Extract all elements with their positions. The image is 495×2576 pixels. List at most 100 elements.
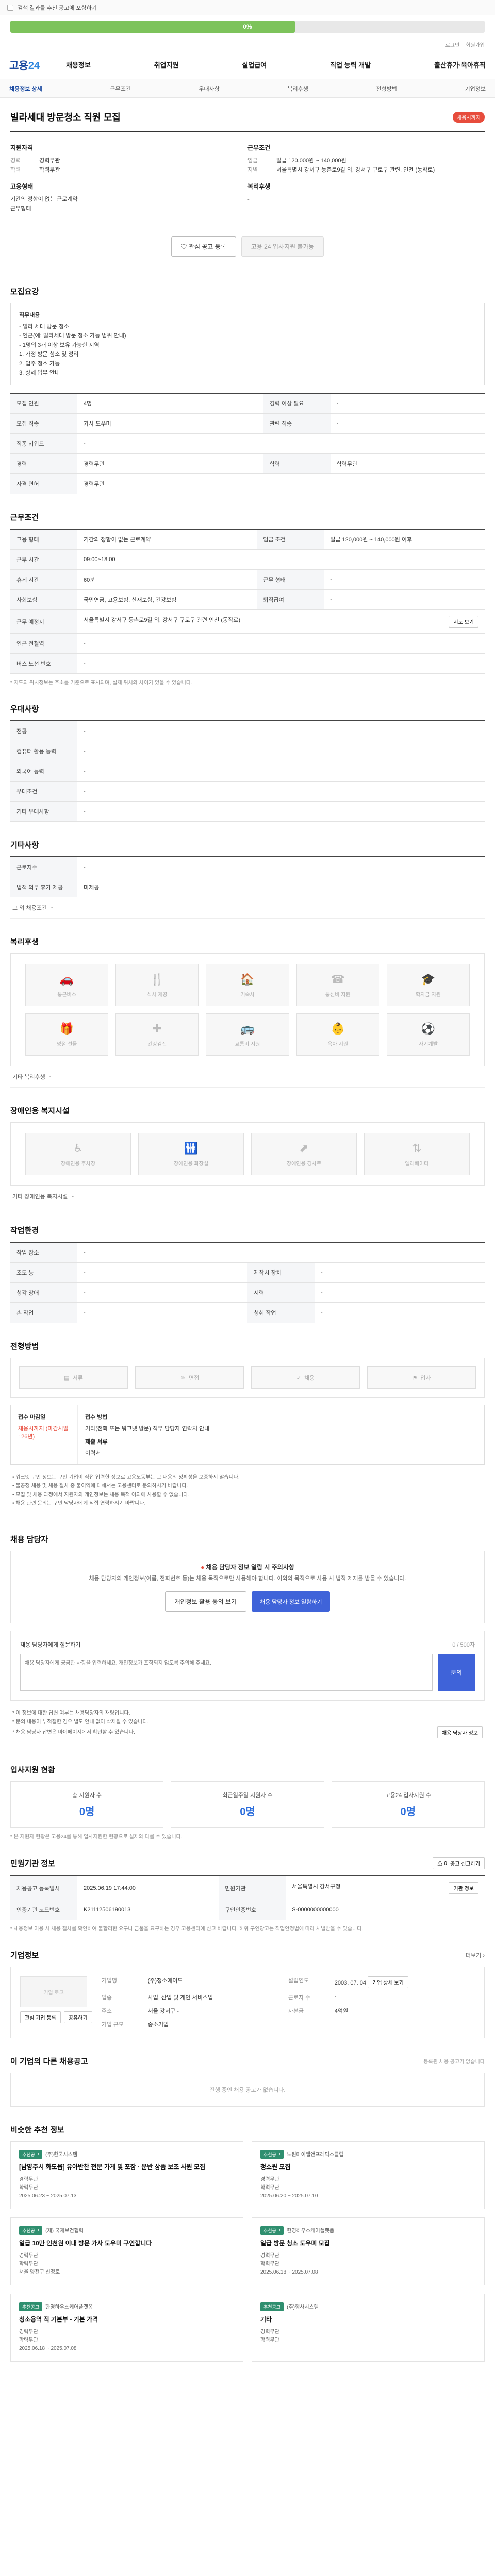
logo[interactable]: 고용24 (9, 57, 66, 72)
table-value: - (77, 741, 485, 761)
subnav-item-detail[interactable]: 채용정보 상세 (9, 84, 42, 93)
subnav-item-welfare[interactable]: 복리후생 (287, 84, 308, 93)
signup-link[interactable]: 회원가입 (466, 41, 485, 48)
job-meta: 2025.06.18 ~ 2025.07.08 (260, 2269, 318, 2275)
apply-button[interactable]: 고용 24 입사지원 불가능 (241, 236, 324, 257)
job-meta-list: 경력무관 학력무관 (260, 2328, 476, 2345)
table-value: - (77, 653, 485, 674)
stat-label: 최근일주일 지원자 수 (222, 1792, 273, 1799)
util-links: 로그인 회원가입 (0, 38, 495, 50)
related-header: 이 기업의 다른 채용공고 등록된 채용 공고가 없습니다 (10, 2056, 485, 2066)
manager-note: * 문의 내용이 부적절한 경우 별도 안내 없이 삭제될 수 있습니다. (12, 1719, 149, 1725)
disability-title: 장애인용 복지시설 (10, 1107, 70, 1115)
agency-info-button[interactable]: 기관 정보 (449, 1882, 478, 1894)
gnb-item-leave[interactable]: 출산휴가·육아휴직 (434, 60, 486, 70)
recommend-job-card[interactable]: 추천공고 (주)행사시스템 기타 경력무관 학력무관 (252, 2294, 485, 2362)
disability-section: 장애인용 복지시설 ♿ 장애인용 주차장 🚻 장애인용 화장실 ⬈ 장애인용 경사로 ⇅ 엘리… (10, 1088, 485, 1207)
table-value: - (315, 1302, 485, 1323)
table-value: 기간의 정함이 없는 근로계약 (77, 529, 257, 550)
gnb-item-benefit[interactable]: 실업급여 (242, 60, 267, 70)
table-key: 법적 의무 휴가 제공 (10, 877, 77, 897)
company-title: 기업정보 (10, 1951, 39, 1960)
save-post-button[interactable]: ♡ 관심 공고 등록 (171, 236, 236, 257)
recommend-job-card[interactable]: 추천공고 (재) 국제보건협력 일급 10만 인천원 이내 방문 가사 도우미 구인… (10, 2217, 243, 2285)
table-key: 근로자수 (10, 857, 77, 877)
privacy-consent-button[interactable]: 개인정보 활용 동의 보기 (164, 1591, 246, 1612)
table-row: 근로자수 - (10, 857, 485, 877)
table-value: - (324, 569, 485, 590)
map-button[interactable]: 지도 보기 (449, 616, 478, 628)
table-key: 학력 (263, 453, 331, 474)
job-title[interactable]: 청소원 모집 (260, 2163, 476, 2172)
welfare-card: 🚗 통근버스 (25, 964, 109, 1006)
table-value: - (77, 721, 485, 741)
company-value: (주)청소에이드 (147, 1978, 183, 1984)
table-value: 미제공 (77, 877, 485, 897)
job-meta-list: 경력무관 학력무관 2025.06.18 ~ 2025.07.08 (19, 2328, 235, 2353)
report-button[interactable]: ⚠ 이 공고 신고하기 (433, 1857, 485, 1869)
selection-note: • 채용 관련 문의는 구인 담당자에게 직접 연락하시기 바랍니다. (12, 1501, 146, 1506)
subnav-item-preferred[interactable]: 우대사항 (199, 84, 219, 93)
conditions-table: 고용 형태 기간의 정함이 없는 근로계약 임금 조건 일급 120,000원 ~ 1… (10, 529, 485, 674)
table-key: 손 작업 (10, 1302, 77, 1323)
table-row: 버스 노선 번호 - (10, 653, 485, 674)
gnb-item-jobs[interactable]: 채용정보 (66, 60, 91, 70)
job-meta: 경력무관 (260, 2177, 279, 2182)
job-title[interactable]: 청소용역 직 기본부 - 기본 가격 (19, 2315, 235, 2324)
recommend-job-card[interactable]: 추천공고 한영하우스케어플랫폼 청소용역 직 기본부 - 기본 가격 경력무관 학력무관… (10, 2294, 243, 2362)
stat-value: 0명 (400, 1806, 416, 1818)
job-title[interactable]: 일급 10만 인천원 이내 방문 가사 도우미 구인합니다 (19, 2239, 235, 2248)
table-value: S-0000000000000 (286, 1900, 485, 1920)
stat-card: 총 지원자 수 0명 (10, 1781, 164, 1828)
conditions-title: 근무조건 (10, 513, 39, 522)
table-key: 조도 등 (10, 1262, 77, 1283)
disability-card: ⬈ 장애인용 경사로 (251, 1133, 357, 1175)
gnb-item-support[interactable]: 취업지원 (154, 60, 179, 70)
company-more-link[interactable]: 더보기 › (466, 1951, 485, 1959)
summary-value: 경력무관 (39, 158, 60, 164)
job-company: (주)한국시스템 (45, 2152, 77, 2158)
welfare-card-label: 통근버스 (57, 992, 76, 998)
favorite-company-button[interactable]: 관심 기업 등록 (20, 2011, 61, 2023)
job-title[interactable]: 일급 방문 청소 도우미 모집 (260, 2239, 476, 2248)
welfare-card: 🍴 식사 제공 (116, 964, 199, 1006)
meal-icon: 🍴 (150, 972, 164, 986)
table-value: - (77, 801, 485, 822)
job-title[interactable]: 기타 (260, 2315, 476, 2324)
table-key: 퇴직급여 (257, 589, 324, 610)
toilet-icon: 🚻 (184, 1141, 199, 1155)
subnav-item-company[interactable]: 기업정보 (465, 84, 485, 93)
welfare-card: ☎ 통신비 지원 (296, 964, 380, 1006)
job-meta: 2025.06.18 ~ 2025.07.08 (19, 2346, 77, 2351)
job-description-label: 직무내용 (19, 312, 40, 318)
car-icon: 🚗 (59, 972, 74, 986)
job-title[interactable]: [남양주시 화도읍] 유아반찬 전문 가게 및 포장 · 운반 상품 보조 사원… (19, 2163, 235, 2172)
manager-info-button[interactable]: 채용 담당자 정보 (437, 1726, 483, 1738)
recommend-job-card[interactable]: 추천공고 한영하우스케어플랫폼 일급 방문 청소 도우미 모집 경력무관 학력무관 202… (252, 2217, 485, 2285)
view-manager-button[interactable]: 채용 담당자 정보 열람하기 (251, 1591, 331, 1612)
job-company: 노원마이벨앤프레딕스클럽 (287, 2152, 344, 2158)
notice-checkbox[interactable] (7, 4, 13, 11)
qna-input[interactable] (20, 1654, 433, 1691)
manager-note-row: * 채용 담당자 답변은 마이페이지에서 확인할 수 있습니다. 채용 담당자 정… (12, 1726, 483, 1738)
summary-qualification-title: 지원자격 (10, 144, 34, 151)
subnav-item-selection[interactable]: 전형방법 (376, 84, 397, 93)
manager-notes: * 이 정보에 대한 답변 여부는 채용담당자의 재량입니다. * 문의 내용이… (10, 1701, 485, 1747)
progress-bar: 0% (10, 21, 485, 33)
welfare-section: 복리후생 🚗 통근버스 🍴 식사 제공 🏠 기숙사 ☎ 통신비 지원 🎓 학자금 지원 🎁 명절 선물… (10, 919, 485, 1088)
share-button[interactable]: 공유하기 (63, 2011, 92, 2023)
recommend-job-card[interactable]: 추천공고 (주)한국시스템 [남양주시 화도읍] 유아반찬 전문 가게 및 포장 ·… (10, 2141, 243, 2209)
job-description-line: 3. 상세 업무 안내 (19, 370, 60, 376)
table-key: 민원기관 (219, 1876, 286, 1900)
login-link[interactable]: 로그인 (446, 41, 460, 48)
welfare-card: 🚌 교통비 지원 (206, 1013, 289, 1056)
company-detail-button[interactable]: 기업 상세 보기 (368, 1976, 408, 1988)
subnav-item-conditions[interactable]: 근무조건 (110, 84, 130, 93)
qna-submit-button[interactable]: 문의 (438, 1654, 475, 1691)
welfare-card: 🏠 기숙사 (206, 964, 289, 1006)
recommend-job-card[interactable]: 추천공고 노원마이벨앤프레딕스클럽 청소원 모집 경력무관 학력무관 2025.06.20… (252, 2141, 485, 2209)
gnb-item-training[interactable]: 직업 능력 개발 (330, 60, 371, 70)
table-value: 2025.06.19 17:44:00 (77, 1876, 219, 1900)
welfare-card-label: 건강검진 (147, 1041, 167, 1047)
disability-extra-row: 기타 장애인용 복지시설 - (10, 1186, 485, 1207)
